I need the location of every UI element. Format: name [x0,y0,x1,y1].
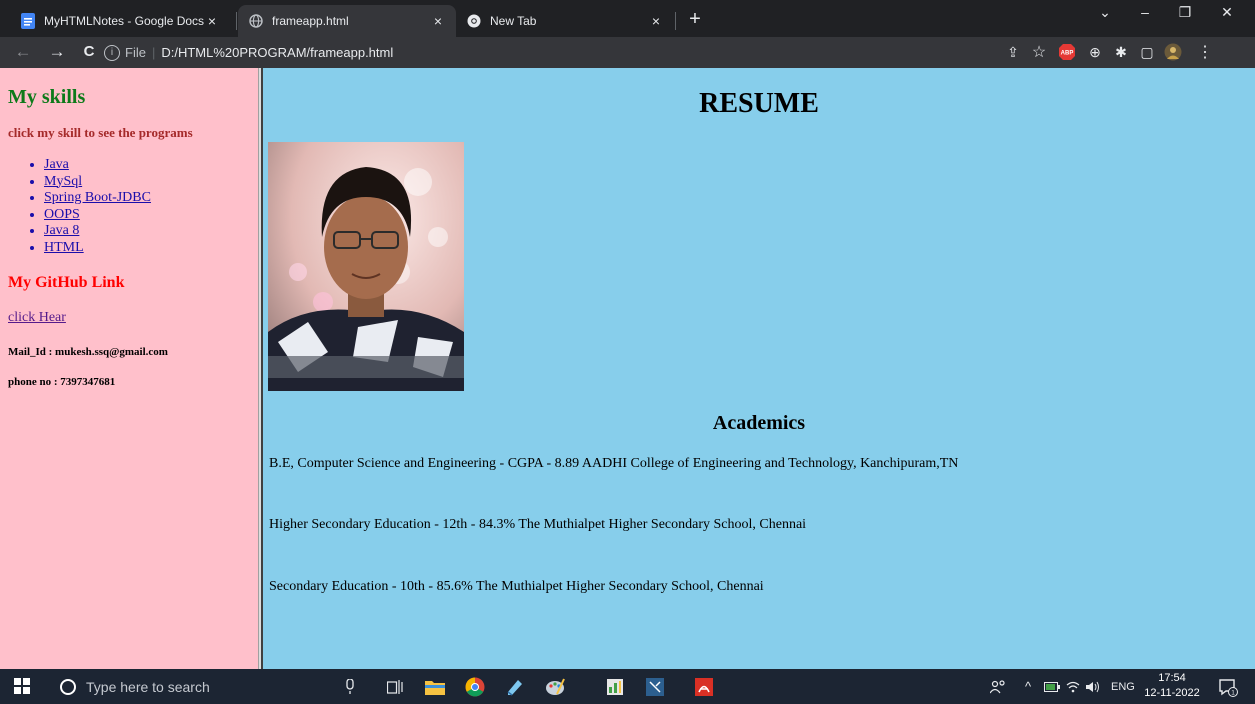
language-indicator[interactable]: ENG [1111,669,1135,704]
bookmark-star-icon[interactable]: ☆ [1030,43,1048,61]
chrome-taskbar-icon[interactable] [463,675,487,699]
notification-count: 1 [1231,689,1235,696]
academic-entry: Higher Secondary Education - 12th - 84.3… [269,517,807,532]
list-item: Java [44,157,250,174]
academic-entry: B.E, Computer Science and Engineering - … [269,456,959,471]
left-frame: My skills click my skill to see the prog… [0,68,258,669]
tab-frameapp[interactable]: frameapp.html × [238,5,456,37]
search-icon [60,678,76,695]
skill-link-spring-boot[interactable]: Spring Boot-JDBC [44,190,151,205]
url-divider: | [151,45,156,60]
tab-title: New Tab [490,14,537,28]
github-link[interactable]: click Hear [8,310,250,326]
browser-menu-icon[interactable]: ⋮ [1196,43,1214,61]
clock-time: 17:54 [1158,672,1186,684]
notification-center-icon[interactable]: 1 [1218,669,1238,704]
adblock-icon[interactable]: ABP [1058,43,1076,61]
skill-link-java[interactable]: Java [44,157,69,172]
tab-title: MyHTMLNotes - Google Docs [44,14,204,28]
phone-number: phone no : 7397347681 [8,376,116,388]
skills-subheading: click my skill to see the programs [8,125,193,140]
right-frame: RESUME Academics B.E, Computer Science a… [263,68,1255,669]
skill-link-html[interactable]: HTML [44,240,84,255]
search-placeholder: Type here to search [86,678,210,695]
chrome-icon [466,13,482,29]
wifi-icon[interactable] [1066,669,1080,704]
tab-search-icon[interactable]: ⌄ [1085,4,1125,21]
reload-button[interactable]: C [78,41,100,63]
forward-button[interactable]: → [46,41,68,63]
clock-date: 12-11-2022 [1144,687,1200,699]
system-clock[interactable]: 17:54 12-11-2022 [1142,671,1202,701]
url-scheme: File [125,45,146,60]
windows-start-icon[interactable] [14,678,30,694]
people-icon[interactable] [990,669,1006,704]
browser-tab-strip: MyHTMLNotes - Google Docs × frameapp.htm… [0,0,1255,37]
tab-separator [236,12,237,30]
close-window-button[interactable]: ✕ [1207,4,1247,21]
tray-chevron-up-icon[interactable]: ^ [1025,669,1031,704]
github-heading: My GitHub Link [8,274,125,291]
page-content: My skills click my skill to see the prog… [0,68,1255,669]
url-text: D:/HTML%20PROGRAM/frameapp.html [161,45,394,60]
puzzle-icon[interactable]: ✱ [1112,43,1130,61]
list-item: HTML [44,240,250,257]
globe-icon [248,13,264,29]
skill-link-mysql[interactable]: MySql [44,174,82,189]
file-explorer-icon[interactable] [423,675,447,699]
academics-heading: Academics [712,412,806,434]
extension-icon[interactable]: ⊕ [1086,43,1104,61]
task-view-icon[interactable] [383,675,407,699]
side-panel-icon[interactable]: ▢ [1138,43,1156,61]
profile-avatar[interactable] [1164,43,1182,61]
list-item: Spring Boot-JDBC [44,190,250,207]
skill-link-java8[interactable]: Java 8 [44,223,79,238]
back-button[interactable]: ← [12,41,34,63]
volume-icon[interactable] [1086,669,1102,704]
tab-close-icon[interactable]: × [648,13,664,29]
skill-list: Java MySql Spring Boot-JDBC OOPS Java 8 … [8,157,250,256]
tab-title: frameapp.html [272,14,349,28]
minimize-button[interactable]: – [1125,4,1165,20]
tab-new-tab[interactable]: New Tab × [456,5,674,37]
microphone-icon[interactable] [338,675,362,699]
list-item: MySql [44,174,250,191]
vscode-icon[interactable] [643,675,667,699]
new-tab-button[interactable]: + [683,8,707,31]
windows-taskbar: Type here to search ^ ENG 17:54 12-11-20… [0,669,1255,704]
sheet-app-icon[interactable] [603,675,627,699]
skill-link-oops[interactable]: OOPS [44,207,80,222]
tab-separator [675,12,676,30]
tab-close-icon[interactable]: × [430,13,446,29]
abp-text: ABP [1061,51,1074,57]
google-docs-icon [20,13,36,29]
pdf-reader-icon[interactable] [692,675,716,699]
list-item: Java 8 [44,223,250,240]
paint-icon[interactable] [543,675,567,699]
maximize-button[interactable]: ❐ [1165,4,1205,21]
taskbar-search[interactable]: Type here to search [48,669,324,704]
academic-entry: Secondary Education - 10th - 85.6% The M… [269,579,764,594]
mail-id: Mail_Id : mukesh.ssq@gmail.com [8,346,168,358]
list-item: OOPS [44,207,250,224]
tab-google-docs[interactable]: MyHTMLNotes - Google Docs × [10,5,230,37]
profile-photo [268,142,464,391]
skills-heading: My skills [8,86,86,108]
browser-toolbar: ← → C i File | D:/HTML%20PROGRAM/frameap… [0,37,1255,68]
tab-close-icon[interactable]: × [204,13,220,29]
resume-heading: RESUME [699,88,819,119]
share-icon[interactable]: ⇪ [1004,43,1022,61]
notepad-icon[interactable] [503,675,527,699]
address-bar[interactable]: i File | D:/HTML%20PROGRAM/frameapp.html [104,40,1104,65]
battery-icon[interactable] [1044,669,1060,704]
site-info-icon[interactable]: i [104,44,120,61]
